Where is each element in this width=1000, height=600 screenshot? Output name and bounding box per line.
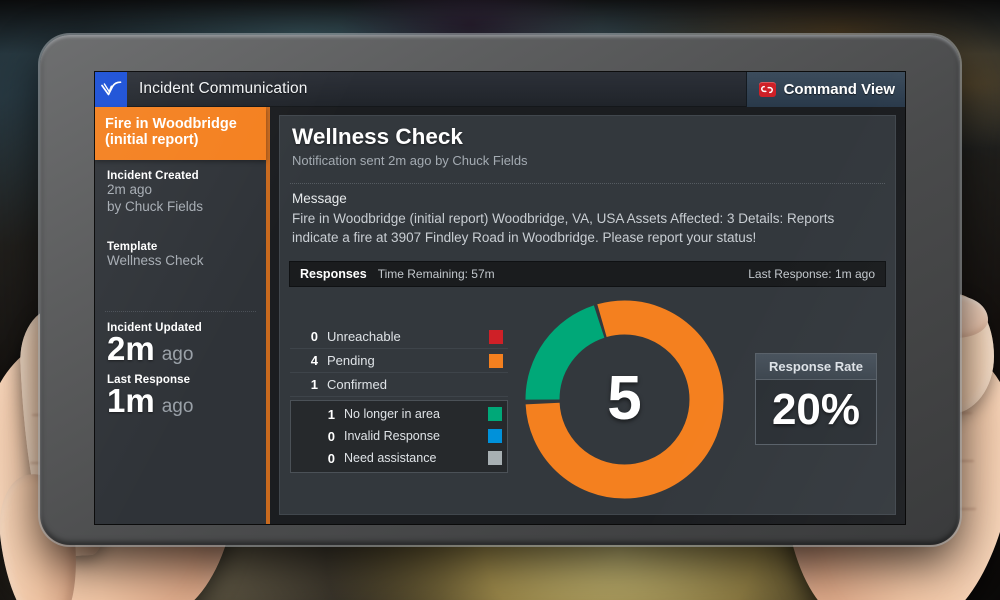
legend-label: Confirmed	[327, 377, 387, 393]
template-label: Template	[107, 240, 158, 253]
last-response-value: 1m	[107, 382, 155, 420]
incident-updated-value-row: 2m ago	[107, 332, 254, 366]
main-content: Wellness Check Notification sent 2m ago …	[270, 107, 905, 524]
legend-label: Unreachable	[327, 329, 401, 345]
notification-subtitle: Notification sent 2m ago by Chuck Fields	[292, 152, 528, 168]
legend-row-unreachable[interactable]: 0 Unreachable	[290, 325, 508, 350]
response-stats: 0 Unreachable 4 Pending 1 Confirmed 1 No…	[280, 287, 895, 514]
message-block: Message Fire in Woodbridge (initial repo…	[280, 184, 895, 257]
last-response-stamp: Last Response: 1m ago	[748, 266, 875, 281]
incident-created-time: 2m ago	[107, 182, 153, 198]
legend-swatch-unreachable	[489, 329, 503, 344]
legend-row-need-assistance[interactable]: 0 Need assistance	[291, 447, 507, 469]
screenshot-scene: Incident Communication Command View Fire…	[0, 0, 1000, 600]
legend-label: Pending	[327, 353, 375, 369]
time-remaining: Time Remaining: 57m	[377, 266, 495, 281]
legend-label: Invalid Response	[344, 429, 440, 444]
legend-label: No longer in area	[344, 407, 440, 422]
message-label: Message	[292, 190, 347, 206]
legend-row-no-longer-in-area[interactable]: 1 No longer in area	[291, 403, 507, 425]
legend-row-confirmed[interactable]: 1 Confirmed	[290, 373, 508, 398]
command-view-label: Command View	[783, 81, 895, 98]
legend-count: 0	[310, 329, 318, 345]
incident-created-author: by Chuck Fields	[107, 198, 204, 214]
responses-bar-title: Responses	[300, 266, 367, 281]
legend-count: 4	[310, 353, 318, 369]
incident-created-label: Incident Created	[107, 170, 199, 183]
incident-updated-unit: ago	[161, 344, 194, 366]
notification-header: Wellness Check Notification sent 2m ago …	[280, 116, 895, 176]
page-title: Incident Communication	[139, 80, 308, 97]
responses-bar: Responses Time Remaining: 57m Last Respo…	[289, 260, 886, 287]
sidebar-block-incident-created: Incident Created 2m ago by Chuck Fields	[95, 160, 266, 214]
legend-swatch-no-longer-in-area	[488, 407, 502, 422]
legend-count: 0	[327, 428, 335, 444]
sidebar-item-incident-name[interactable]: Fire in Woodbridge (initial report)	[95, 107, 266, 161]
response-rate-suffix: %	[820, 385, 861, 435]
message-body: Fire in Woodbridge (initial report) Wood…	[292, 210, 835, 245]
legend-count: 1	[327, 406, 335, 422]
legend-count: 0	[327, 450, 335, 466]
command-view-icon	[758, 82, 776, 97]
last-response-unit: ago	[161, 396, 194, 418]
legend-swatch-need-assistance	[488, 451, 502, 466]
incident-updated-value: 2m	[107, 330, 155, 368]
response-rate-value: 20	[771, 385, 821, 435]
legend-row-pending[interactable]: 4 Pending	[290, 349, 508, 374]
app-header: Incident Communication Command View	[95, 72, 905, 107]
donut-center-value: 5	[607, 364, 642, 434]
command-view-button[interactable]: Command View	[745, 72, 905, 107]
sidebar-metric-last-response: Last Response 1m ago	[95, 366, 266, 418]
response-rate-wrap: Response Rate 20%	[741, 353, 891, 446]
legend-row-invalid-response[interactable]: 0 Invalid Response	[291, 425, 507, 447]
tablet-screen: Incident Communication Command View Fire…	[95, 72, 905, 524]
response-rate-title: Response Rate	[756, 354, 876, 381]
responses-donut-chart[interactable]: 5	[522, 297, 727, 502]
everbridge-check-icon	[95, 72, 127, 107]
notification-panel: Wellness Check Notification sent 2m ago …	[279, 115, 896, 515]
legend-count: 1	[310, 377, 318, 393]
notification-title: Wellness Check	[292, 124, 463, 149]
incident-sidebar: Fire in Woodbridge (initial report) Inci…	[95, 107, 270, 524]
tablet-device: Incident Communication Command View Fire…	[40, 35, 960, 545]
sidebar-block-template: Template Wellness Check	[95, 231, 266, 269]
legend-label: Need assistance	[344, 451, 437, 466]
legend-swatch-pending	[489, 353, 503, 368]
confirmed-subgroup: 1 No longer in area 0 Invalid Response 0…	[290, 400, 508, 474]
sidebar-metric-incident-updated: Incident Updated 2m ago	[95, 312, 266, 366]
last-response-value-row: 1m ago	[107, 384, 254, 418]
donut-chart-wrap: 5	[508, 297, 741, 502]
response-legend: 0 Unreachable 4 Pending 1 Confirmed 1 No…	[290, 325, 508, 474]
app-body: Fire in Woodbridge (initial report) Inci…	[95, 107, 905, 524]
response-rate-card: Response Rate 20%	[755, 353, 877, 446]
response-rate-body: 20%	[756, 380, 876, 444]
template-value: Wellness Check	[107, 252, 204, 268]
legend-swatch-invalid-response	[488, 429, 502, 444]
